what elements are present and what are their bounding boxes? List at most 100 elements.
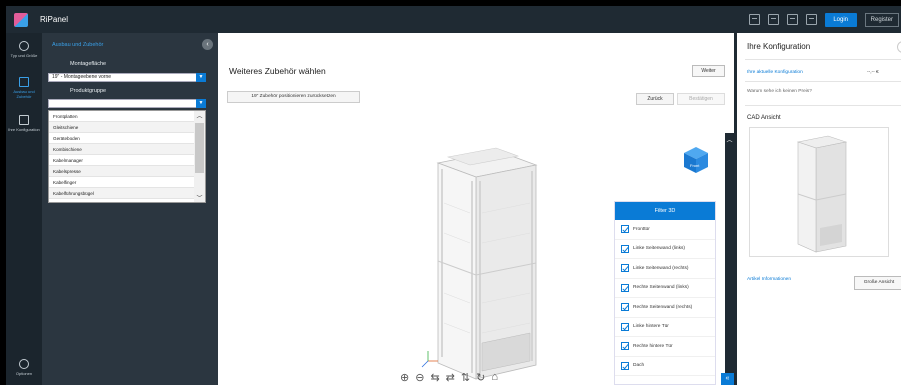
checkbox[interactable]	[621, 361, 629, 370]
collapse-panel-button[interactable]: ‹	[202, 39, 213, 50]
cube-front-label: Front	[690, 163, 700, 168]
dropdown-option[interactable]: Geräteboden	[49, 133, 195, 144]
confirm-button[interactable]: Bestätigen	[677, 93, 725, 105]
mounting-select-value: 19" - Montageebene vorne	[52, 74, 112, 80]
filter-item[interactable]: Linke hintere Tür	[615, 318, 715, 337]
checkbox[interactable]	[621, 244, 629, 253]
checkbox[interactable]	[621, 225, 629, 234]
dropdown-option[interactable]: Kabelmanager	[49, 155, 195, 166]
filter-item[interactable]: Rechte Seitenwand (rechts)	[615, 298, 715, 318]
filter-item-label: Rechte Seitenwand (links)	[633, 285, 689, 291]
top-bar: RiPanel Login Register	[6, 6, 901, 33]
article-info-link[interactable]: Artikel Informationen	[747, 277, 791, 282]
gear-icon	[19, 359, 29, 369]
export-icon[interactable]	[767, 14, 779, 25]
filter-item[interactable]: Linke Seitenwand (rechts)	[615, 259, 715, 279]
product-group-dropdown: Frontplatten Gleitschiene Geräteboden Ko…	[48, 110, 206, 203]
product-group-select[interactable]: ▼	[48, 99, 206, 108]
filter-item[interactable]: Dach	[615, 357, 715, 376]
divider	[745, 59, 901, 60]
back-button[interactable]: Zurück	[636, 93, 674, 105]
filter-item-label: Linke hintere Tür	[633, 324, 669, 330]
checkbox[interactable]	[621, 342, 629, 351]
info-icon[interactable]	[897, 41, 901, 53]
save-icon[interactable]	[748, 14, 760, 25]
disk-icon[interactable]	[805, 14, 817, 25]
checkbox[interactable]	[621, 303, 629, 312]
rotate-right-icon[interactable]: ⇄	[446, 371, 455, 384]
dropdown-option[interactable]: Kabelfinger	[49, 177, 195, 188]
vertical-scrollbar[interactable]: ︿	[725, 133, 734, 385]
cad-preview[interactable]	[749, 127, 889, 257]
nav-item-type-size[interactable]: Typ und Größe	[6, 41, 42, 58]
accessory-panel-header: Ausbau und Zubehör	[52, 42, 104, 48]
filter-item[interactable]: Fronttür	[615, 220, 715, 240]
filter-item-label: Dach	[633, 363, 645, 369]
page-title: Weiteres Zubehör wählen	[229, 66, 326, 76]
nav-item-label: Ihre Konfiguration	[8, 127, 40, 132]
filter-item-label: Rechte Seitenwand (rechts)	[633, 304, 693, 310]
mounting-select[interactable]: 19" - Montageebene vorne ▼	[48, 73, 206, 82]
checkbox[interactable]	[621, 283, 629, 292]
document-icon	[19, 115, 29, 125]
nav-item-options[interactable]: Optionen	[6, 359, 42, 376]
nav-item-accessories[interactable]: Ausbau und Zubehör	[6, 77, 42, 99]
configuration-panel: Ihre Konfiguration Ihre aktuelle Konfigu…	[734, 33, 901, 385]
dropdown-scroll-thumb[interactable]	[195, 123, 204, 173]
expand-panel-button[interactable]: «	[721, 373, 734, 385]
large-view-button[interactable]: Große Ansicht	[854, 276, 901, 290]
price-question[interactable]: Warum sehe ich keinen Preis?	[747, 89, 812, 94]
nav-item-label: Ausbau und Zubehör	[13, 89, 35, 99]
filter-item[interactable]: Rechte hintere Tür	[615, 337, 715, 357]
view-toolbar: ⊕ ⊖ ⇆ ⇄ ⇅ ↻ ⌂	[400, 371, 498, 384]
accessory-panel: Ausbau und Zubehör ‹ Montagefläche 19" -…	[42, 33, 218, 385]
cad-cabinet-image	[796, 135, 848, 253]
divider	[745, 105, 901, 106]
rotate-up-icon[interactable]: ⇅	[461, 371, 470, 384]
home-icon[interactable]: ⌂	[491, 371, 498, 384]
chevron-up-icon[interactable]: ︿	[725, 135, 734, 144]
checkbox[interactable]	[621, 264, 629, 273]
top-right-actions: Login Register	[748, 6, 901, 33]
configuration-title: Ihre Konfiguration	[747, 42, 811, 51]
dropdown-option[interactable]: Frontplatten	[49, 111, 195, 122]
filter-item-label: Linke Seitenwand (rechts)	[633, 265, 689, 271]
price-value: --,-- €	[867, 70, 879, 75]
chevron-up-icon[interactable]: ︿	[194, 111, 205, 120]
zoom-in-icon[interactable]: ⊕	[400, 371, 409, 384]
dropdown-option[interactable]: Kabelspresse	[49, 166, 195, 177]
product-group-label: Produktgruppe	[70, 88, 107, 94]
rotate-left-icon[interactable]: ⇆	[430, 371, 439, 384]
filter-item[interactable]: Linke Seitenwand (links)	[615, 240, 715, 259]
filter-3d-panel: Filter 3D Fronttür Linke Seitenwand (lin…	[614, 201, 716, 385]
chevron-down-icon: ▼	[196, 73, 206, 82]
dropdown-option[interactable]: Kabelführungsbügel	[49, 188, 195, 199]
chevron-down-icon: ▼	[196, 99, 206, 108]
nav-item-configuration[interactable]: Ihre Konfiguration	[6, 115, 42, 132]
chevron-down-icon[interactable]: ﹀	[194, 193, 205, 202]
dropdown-option[interactable]: Kombischiene	[49, 144, 195, 155]
reset-position-button[interactable]: 19" Zubehör positionieren zurücksetzen	[227, 91, 360, 103]
next-button[interactable]: Weiter	[692, 65, 725, 77]
rotate-down-icon[interactable]: ↻	[476, 371, 485, 384]
filter-item[interactable]: Rechte Seitenwand (links)	[615, 279, 715, 298]
filter-item-label: Rechte hintere Tür	[633, 343, 673, 349]
login-button[interactable]: Login	[824, 12, 857, 27]
divider	[745, 81, 901, 82]
current-configuration-link[interactable]: Ihre aktuelle Konfiguration	[747, 70, 803, 75]
left-nav: Typ und Größe Ausbau und Zubehör Ihre Ko…	[6, 33, 42, 385]
checkbox[interactable]	[621, 322, 629, 331]
mounting-label: Montagefläche	[70, 61, 107, 67]
orientation-cube[interactable]: Front	[682, 145, 710, 175]
register-button[interactable]: Register	[864, 12, 899, 27]
dropdown-option[interactable]: Gleitschiene	[49, 122, 195, 133]
cad-view-title: CAD Ansicht	[747, 115, 781, 121]
nav-item-label: Optionen	[15, 371, 33, 376]
window-icon[interactable]	[786, 14, 798, 25]
dropdown-scrollbar[interactable]: ︿ ﹀	[194, 111, 205, 202]
zoom-out-icon[interactable]: ⊖	[415, 371, 424, 384]
filter-3d-title: Filter 3D	[615, 202, 715, 220]
filter-item-label: Fronttür	[633, 226, 650, 232]
cabinet-3d-view[interactable]	[418, 143, 548, 383]
globe-icon	[19, 41, 29, 51]
